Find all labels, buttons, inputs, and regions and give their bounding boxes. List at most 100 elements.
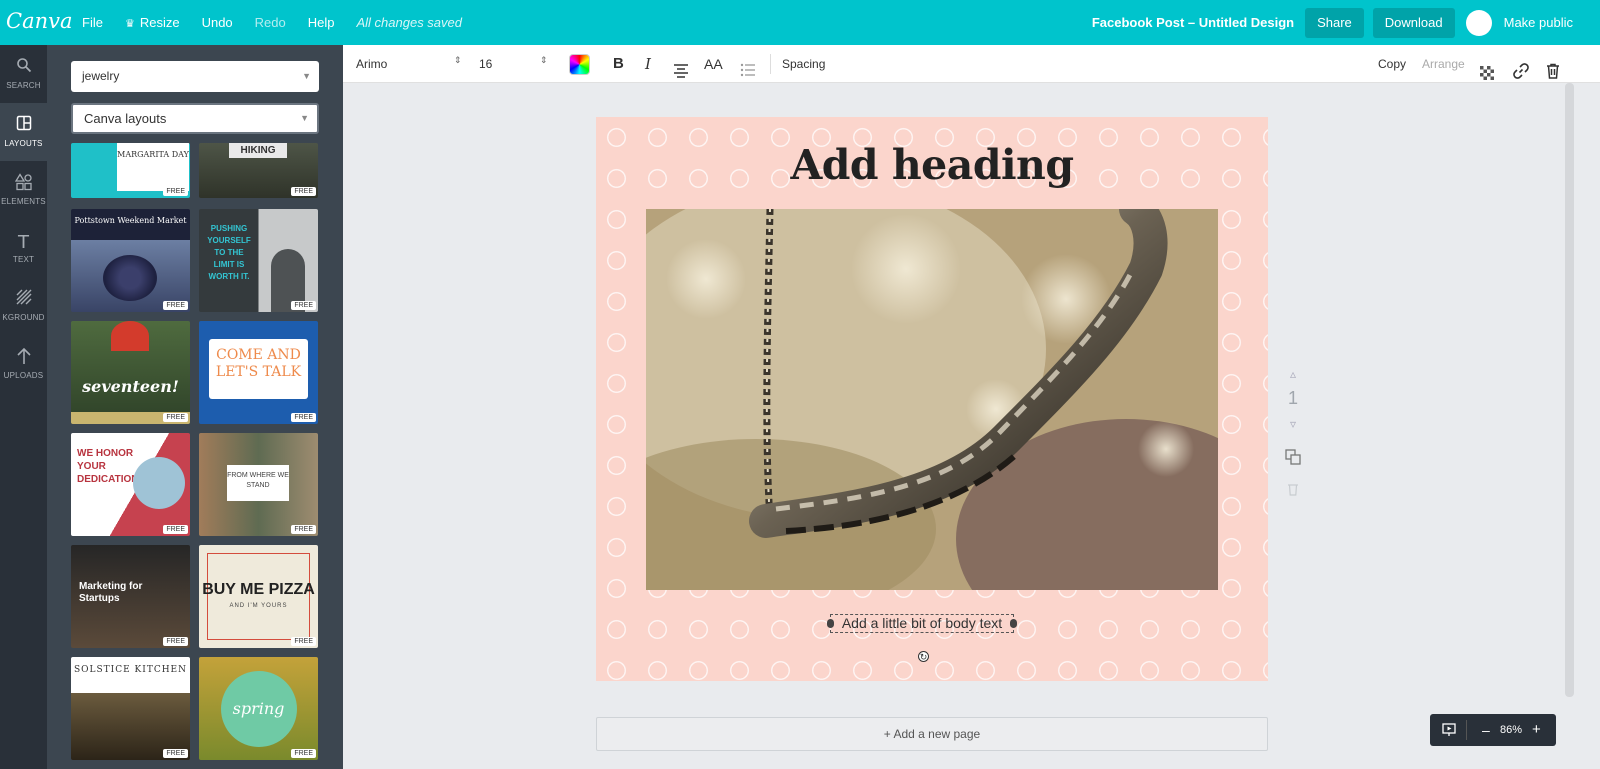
free-badge: FREE <box>163 525 188 534</box>
layout-thumb-pushing[interactable]: PUSHING YOURSELF TO THE LIMIT IS WORTH I… <box>199 209 318 312</box>
list-icon[interactable] <box>740 55 756 77</box>
rail-layouts-label: LAYOUTS <box>4 139 43 148</box>
rotate-icon[interactable]: ↻ <box>918 651 929 662</box>
resize-handle-left[interactable] <box>827 619 834 628</box>
layout-thumb-hiking[interactable]: HIKING FREE <box>199 143 318 198</box>
thumb-title: COME AND LET'S TALK <box>215 347 302 380</box>
letter-case-button[interactable]: AA <box>704 45 723 83</box>
layout-thumb-spring[interactable]: spring FREE <box>199 657 318 760</box>
transparency-icon[interactable] <box>1480 57 1494 80</box>
layouts-select[interactable]: Canva layouts ▼ <box>71 103 319 134</box>
help-menu[interactable]: Help <box>308 15 335 30</box>
design-title[interactable]: Facebook Post – Untitled Design <box>1092 15 1294 30</box>
thumb-title: spring <box>232 699 285 718</box>
layout-thumb-market[interactable]: Pottstown Weekend Market FREE <box>71 209 190 312</box>
spacing-button[interactable]: Spacing <box>782 45 825 83</box>
thumb-title: PUSHING YOURSELF TO THE LIMIT IS WORTH I… <box>207 224 251 281</box>
layouts-icon <box>0 115 47 139</box>
free-badge: FREE <box>163 637 188 646</box>
move-page-down-icon[interactable]: ▿ <box>1284 417 1302 431</box>
layout-thumb-come-talk[interactable]: COME AND LET'S TALK FREE <box>199 321 318 424</box>
text-color-swatch[interactable] <box>569 54 590 75</box>
share-button[interactable]: Share <box>1305 7 1364 38</box>
thumb-title: Pottstown Weekend Market <box>74 216 187 225</box>
font-size-select[interactable]: 16 <box>479 45 539 83</box>
canva-logo[interactable]: Canva <box>6 9 73 33</box>
present-icon[interactable] <box>1442 714 1456 746</box>
search-icon <box>0 57 47 81</box>
rail-elements-label: ELEMENTS <box>1 197 46 206</box>
rail-search[interactable]: SEARCH <box>0 45 47 103</box>
move-page-up-icon[interactable]: ▵ <box>1284 367 1302 381</box>
arrange-button[interactable]: Arrange <box>1422 45 1465 83</box>
body-text[interactable]: Add a little bit of body text <box>827 614 1017 633</box>
body-text-content: Add a little bit of body text <box>841 615 1003 631</box>
free-badge: FREE <box>291 525 316 534</box>
undo-button[interactable]: Undo <box>202 15 233 30</box>
rail-uploads[interactable]: UPLOADS <box>0 335 47 393</box>
make-public-toggle[interactable]: Make public <box>1464 9 1573 36</box>
thumb-title: WE HONOR YOUR DEDICATION <box>77 448 139 485</box>
make-public-label: Make public <box>1503 15 1573 30</box>
free-badge: FREE <box>291 301 316 310</box>
text-toolbar: Arimo ⇕ 16 ⇕ B I AA Spacing Copy Arrange <box>343 45 1600 83</box>
rail-background-label: KGROUND <box>2 313 45 322</box>
layout-thumb-where-we-stand[interactable]: FROM WHERE WE STAND FREE <box>199 433 318 536</box>
free-badge: FREE <box>163 413 188 422</box>
add-page-button[interactable]: + Add a new page <box>596 717 1268 751</box>
download-button[interactable]: Download <box>1372 7 1455 38</box>
trash-icon[interactable] <box>1546 56 1560 79</box>
heading-text[interactable]: Add heading <box>596 141 1268 189</box>
italic-button[interactable]: I <box>645 45 651 83</box>
resize-handle-right[interactable] <box>1010 619 1017 628</box>
thumb-title: HIKING <box>229 143 287 158</box>
free-badge: FREE <box>163 749 188 758</box>
font-family-select[interactable]: Arimo <box>356 45 461 83</box>
resize-button[interactable]: ♛ Resize <box>125 15 180 30</box>
rail-elements[interactable]: ELEMENTS <box>0 161 47 219</box>
chevron-down-icon: ▼ <box>302 71 311 81</box>
free-badge: FREE <box>291 413 316 422</box>
top-right-actions: Facebook Post – Untitled Design Share Do… <box>1092 0 1600 45</box>
zoom-level[interactable]: 86% <box>1500 714 1522 746</box>
shapes-icon <box>0 173 47 197</box>
rail-text[interactable]: T TEXT <box>0 219 47 277</box>
copy-button[interactable]: Copy <box>1378 45 1406 83</box>
layout-thumb-margarita[interactable]: MARGARITA DAY FREE <box>71 143 190 198</box>
top-nav: File ♛ Resize Undo Redo Help All changes … <box>82 0 462 45</box>
rail-layouts[interactable]: LAYOUTS <box>0 103 47 161</box>
thumb-title: SOLSTICE KITCHEN <box>73 665 188 675</box>
thumb-title: BUY ME PIZZA <box>202 581 315 598</box>
text-icon: T <box>18 232 29 253</box>
zoom-in-button[interactable]: + <box>1532 714 1541 746</box>
upload-arrow-icon <box>0 347 47 371</box>
layout-thumb-pizza[interactable]: BUY ME PIZZA AND I'M YOURS FREE <box>199 545 318 648</box>
file-menu[interactable]: File <box>82 15 103 30</box>
layout-thumb-honor[interactable]: WE HONOR YOUR DEDICATION FREE <box>71 433 190 536</box>
layout-thumb-marketing[interactable]: Marketing for Startups FREE <box>71 545 190 648</box>
free-badge: FREE <box>163 301 188 310</box>
layout-thumb-solstice[interactable]: SOLSTICE KITCHEN FREE <box>71 657 190 760</box>
layout-thumb-seventeen[interactable]: seventeen! FREE <box>71 321 190 424</box>
canvas-scrollbar[interactable] <box>1565 83 1574 697</box>
redo-button[interactable]: Redo <box>255 15 286 30</box>
search-input[interactable]: jewelry ▼ <box>71 61 319 92</box>
zoom-out-button[interactable]: – <box>1482 714 1490 746</box>
font-size-stepper-icon: ⇕ <box>540 55 548 65</box>
design-page[interactable]: Add heading Add a little bit of body tex… <box>596 117 1268 681</box>
delete-page-icon[interactable] <box>1284 482 1302 499</box>
font-size-value: 16 <box>479 57 493 71</box>
zoom-divider <box>1466 720 1467 740</box>
thumb-subtitle: AND I'M YOURS <box>229 603 288 609</box>
thumb-title: MARGARITA DAY <box>117 150 189 159</box>
rail-search-label: SEARCH <box>6 81 41 90</box>
rail-background[interactable]: KGROUND <box>0 277 47 335</box>
bold-button[interactable]: B <box>613 45 624 83</box>
jewelry-photo[interactable] <box>646 209 1218 590</box>
link-icon[interactable] <box>1513 56 1529 79</box>
align-center-icon[interactable] <box>673 55 689 78</box>
duplicate-page-icon[interactable] <box>1284 449 1302 468</box>
free-badge: FREE <box>291 637 316 646</box>
free-badge: FREE <box>163 187 188 196</box>
save-status: All changes saved <box>356 15 462 30</box>
